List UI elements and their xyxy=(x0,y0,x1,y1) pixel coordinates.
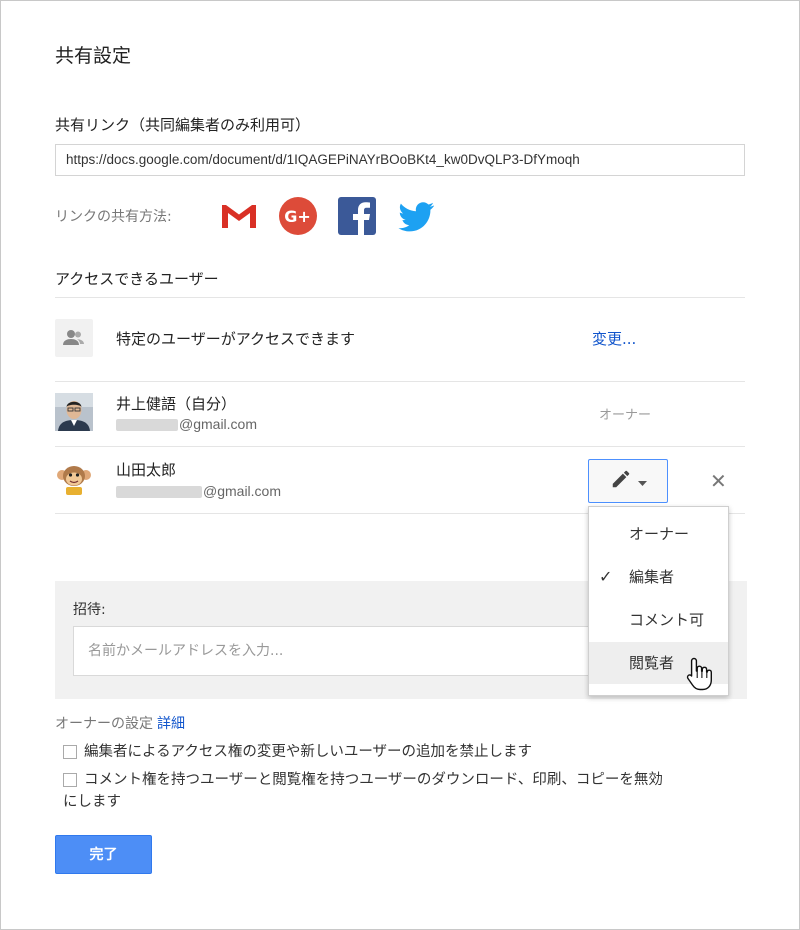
menu-item-label: コメント可 xyxy=(629,611,705,629)
prevent-editor-sharing-label: 編集者によるアクセス権の変更や新しいユーザーの追加を禁止します xyxy=(84,744,533,760)
divider xyxy=(55,297,745,298)
check-icon: ✓ xyxy=(599,567,613,586)
access-users-label: アクセスできるユーザー xyxy=(55,270,219,288)
user-role: オーナー xyxy=(599,408,652,423)
user-email: @gmail.com xyxy=(116,483,281,499)
share-link-label: 共有リンク（共同編集者のみ利用可） xyxy=(55,116,311,134)
access-restriction-text: 特定のユーザーがアクセスできます xyxy=(116,330,355,348)
remove-user-icon[interactable]: ✕ xyxy=(710,469,727,493)
divider xyxy=(55,381,745,382)
menu-item-editor[interactable]: ✓ 編集者 xyxy=(589,556,728,598)
disable-download-checkbox[interactable] xyxy=(63,773,77,787)
owner-settings-label: オーナーの設定 詳細 xyxy=(55,713,185,733)
twitter-icon[interactable] xyxy=(396,196,436,236)
google-plus-icon[interactable]: G+ xyxy=(278,196,318,236)
svg-text:G+: G+ xyxy=(284,207,311,226)
user-email: @gmail.com xyxy=(116,416,257,432)
owner-settings-text: オーナーの設定 xyxy=(55,716,153,732)
people-icon xyxy=(55,319,93,357)
pencil-icon xyxy=(610,468,632,494)
gmail-icon[interactable] xyxy=(219,196,259,236)
menu-item-label: オーナー xyxy=(629,525,690,543)
disable-download-label-line1: コメント権を持つユーザーと閲覧権を持つユーザーのダウンロード、印刷、コピーを無効 xyxy=(84,772,663,788)
disable-download-label-line2: にします xyxy=(63,794,121,810)
invite-label: 招待: xyxy=(73,602,106,618)
avatar xyxy=(55,459,93,497)
redacted-email xyxy=(116,486,202,499)
permission-dropdown-button[interactable] xyxy=(588,459,668,503)
share-link-field[interactable]: https://docs.google.com/document/d/1IQAG… xyxy=(55,144,745,176)
menu-item-label: 編集者 xyxy=(629,568,675,586)
divider xyxy=(55,446,745,447)
dialog-title: 共有設定 xyxy=(55,45,132,67)
email-suffix: @gmail.com xyxy=(179,416,258,432)
menu-item-owner[interactable]: オーナー xyxy=(589,513,728,555)
share-method-label: リンクの共有方法: xyxy=(55,209,172,225)
avatar xyxy=(55,393,93,431)
share-settings-dialog: 共有設定 共有リンク（共同編集者のみ利用可） https://docs.goog… xyxy=(0,0,800,930)
invite-input[interactable]: 名前かメールアドレスを入力... xyxy=(73,626,633,676)
menu-item-commenter[interactable]: コメント可 xyxy=(589,599,728,641)
facebook-icon[interactable] xyxy=(337,196,377,236)
details-link[interactable]: 詳細 xyxy=(157,716,185,732)
prevent-editor-sharing-checkbox[interactable] xyxy=(63,745,77,759)
user-name: 山田太郎 xyxy=(116,461,177,479)
change-access-link[interactable]: 変更... xyxy=(592,328,636,349)
email-suffix: @gmail.com xyxy=(203,483,282,499)
done-button[interactable]: 完了 xyxy=(55,835,152,874)
menu-item-label: 閲覧者 xyxy=(629,654,675,672)
caret-down-icon xyxy=(637,472,647,491)
hand-cursor-icon xyxy=(685,656,715,692)
redacted-email xyxy=(116,419,178,432)
user-name: 井上健語（自分） xyxy=(116,395,237,413)
